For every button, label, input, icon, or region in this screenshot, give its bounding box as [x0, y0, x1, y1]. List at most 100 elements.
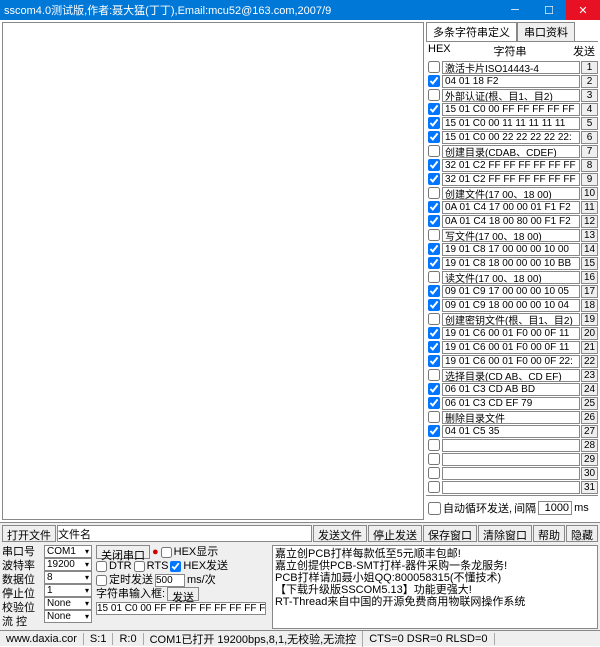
send-row-button[interactable]: 17 [581, 285, 598, 298]
send-row-button[interactable]: 2 [581, 75, 598, 88]
hex-checkbox[interactable] [428, 411, 440, 423]
hex-checkbox[interactable] [428, 159, 440, 171]
close-port-button[interactable]: 关闭串口 [96, 545, 150, 559]
save-window-button[interactable]: 保存窗口 [423, 525, 477, 542]
string-field[interactable] [442, 201, 580, 214]
string-field[interactable] [442, 243, 580, 256]
hex-checkbox[interactable] [428, 215, 440, 227]
send-row-button[interactable]: 7 [581, 145, 598, 158]
hex-checkbox[interactable] [428, 117, 440, 129]
send-row-button[interactable]: 26 [581, 411, 598, 424]
hex-checkbox[interactable] [428, 341, 440, 353]
flow-select[interactable]: None [44, 610, 92, 623]
stopbit-select[interactable]: 1 [44, 584, 92, 597]
maximize-button[interactable]: ☐ [532, 0, 566, 20]
hex-checkbox[interactable] [428, 481, 440, 493]
open-file-button[interactable]: 打开文件 [2, 525, 56, 542]
hide-button[interactable]: 隐藏 [566, 525, 598, 542]
hex-checkbox[interactable] [428, 425, 440, 437]
hex-checkbox[interactable] [428, 327, 440, 339]
hex-checkbox[interactable] [428, 145, 440, 157]
hex-checkbox[interactable] [428, 201, 440, 213]
send-row-button[interactable]: 22 [581, 355, 598, 368]
string-field[interactable] [442, 75, 580, 88]
filename-field[interactable]: 文件名 [57, 525, 312, 542]
tab-multistring[interactable]: 多条字符串定义 [426, 22, 517, 41]
string-field[interactable] [442, 327, 580, 340]
close-button[interactable]: ✕ [566, 0, 600, 20]
send-row-button[interactable]: 6 [581, 131, 598, 144]
send-row-button[interactable]: 10 [581, 187, 598, 200]
hexsend-checkbox[interactable] [170, 561, 181, 572]
send-row-button[interactable]: 16 [581, 271, 598, 284]
string-field[interactable] [442, 173, 580, 186]
rts-checkbox[interactable] [134, 561, 145, 572]
string-field[interactable] [442, 61, 580, 74]
port-select[interactable]: COM1 [44, 545, 92, 558]
hex-checkbox[interactable] [428, 369, 440, 381]
send-row-button[interactable]: 29 [581, 453, 598, 466]
string-field[interactable] [442, 411, 580, 424]
hex-checkbox[interactable] [428, 257, 440, 269]
send-row-button[interactable]: 11 [581, 201, 598, 214]
string-field[interactable] [442, 355, 580, 368]
string-field[interactable] [442, 117, 580, 130]
send-row-button[interactable]: 28 [581, 439, 598, 452]
hex-checkbox[interactable] [428, 313, 440, 325]
string-field[interactable] [442, 229, 580, 242]
string-field[interactable] [442, 425, 580, 438]
send-row-button[interactable]: 27 [581, 425, 598, 438]
string-field[interactable] [442, 453, 580, 466]
hex-checkbox[interactable] [428, 439, 440, 451]
send-row-button[interactable]: 12 [581, 215, 598, 228]
hex-checkbox[interactable] [428, 271, 440, 283]
send-row-button[interactable]: 8 [581, 159, 598, 172]
send-row-button[interactable]: 14 [581, 243, 598, 256]
autoloop-interval[interactable] [538, 501, 572, 515]
send-row-button[interactable]: 13 [581, 229, 598, 242]
string-field[interactable] [442, 131, 580, 144]
string-field[interactable] [442, 89, 580, 102]
hex-checkbox[interactable] [428, 173, 440, 185]
clear-window-button[interactable]: 清除窗口 [478, 525, 532, 542]
hex-checkbox[interactable] [428, 103, 440, 115]
send-file-button[interactable]: 发送文件 [313, 525, 367, 542]
string-field[interactable] [442, 383, 580, 396]
string-field[interactable] [442, 271, 580, 284]
string-field[interactable] [442, 145, 580, 158]
dtr-checkbox[interactable] [96, 561, 107, 572]
string-input[interactable] [96, 602, 266, 615]
send-row-button[interactable]: 23 [581, 369, 598, 382]
send-row-button[interactable]: 20 [581, 327, 598, 340]
timed-checkbox[interactable] [96, 575, 107, 586]
string-field[interactable] [442, 369, 580, 382]
string-field[interactable] [442, 439, 580, 452]
hex-checkbox[interactable] [428, 61, 440, 73]
string-field[interactable] [442, 481, 580, 494]
string-field[interactable] [442, 215, 580, 228]
timed-interval[interactable] [155, 574, 185, 587]
string-field[interactable] [442, 341, 580, 354]
send-row-button[interactable]: 30 [581, 467, 598, 480]
send-row-button[interactable]: 3 [581, 89, 598, 102]
string-field[interactable] [442, 159, 580, 172]
hex-checkbox[interactable] [428, 299, 440, 311]
minimize-button[interactable]: ─ [498, 0, 532, 20]
string-field[interactable] [442, 299, 580, 312]
send-row-button[interactable]: 15 [581, 257, 598, 270]
send-row-button[interactable]: 24 [581, 383, 598, 396]
hex-checkbox[interactable] [428, 285, 440, 297]
baud-select[interactable]: 19200 [44, 558, 92, 571]
hex-checkbox[interactable] [428, 131, 440, 143]
stop-send-button[interactable]: 停止发送 [368, 525, 422, 542]
hex-checkbox[interactable] [428, 453, 440, 465]
string-field[interactable] [442, 285, 580, 298]
hex-checkbox[interactable] [428, 243, 440, 255]
send-row-button[interactable]: 31 [581, 481, 598, 494]
tab-portinfo[interactable]: 串口资料 [517, 22, 575, 41]
string-field[interactable] [442, 397, 580, 410]
string-field[interactable] [442, 187, 580, 200]
hex-checkbox[interactable] [428, 229, 440, 241]
send-row-button[interactable]: 1 [581, 61, 598, 74]
parity-select[interactable]: None [44, 597, 92, 610]
